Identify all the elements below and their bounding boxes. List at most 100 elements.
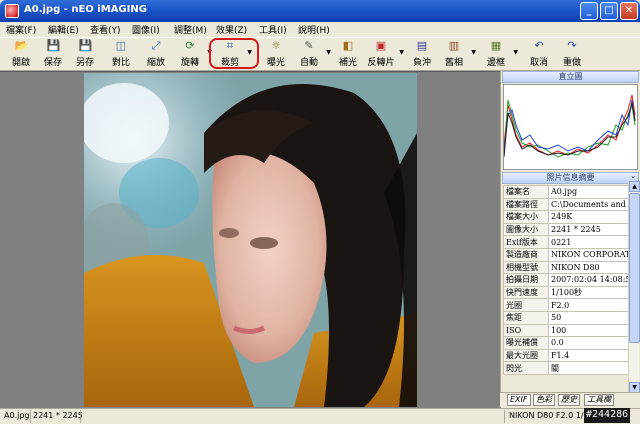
scroll-thumb[interactable] (629, 193, 640, 343)
rotate-icon: ⟳ (185, 39, 195, 52)
menu-tools[interactable]: 工具(I) (259, 23, 287, 36)
info-key: 檔案大小 (503, 210, 549, 224)
menu-help[interactable]: 說明(H) (298, 23, 330, 36)
info-key: 圖像大小 (503, 222, 549, 237)
info-row: ISO 100 (503, 323, 638, 338)
menu-adjust[interactable]: 調整(M) (174, 23, 207, 36)
old-photo-button[interactable]: ▥ 舊相 ▼ (440, 39, 476, 70)
info-key: 檔案路徑 (503, 197, 549, 212)
save-icon: 💾 (46, 39, 61, 52)
panel-tabs: EXIF 色彩 歷史 工具欄 (500, 392, 640, 407)
histogram (503, 84, 638, 170)
info-key: 焦距 (503, 310, 549, 325)
info-value: 50 (548, 310, 638, 325)
status-filename: A0.jpg (4, 411, 30, 420)
info-key: 曝光補償 (503, 336, 549, 350)
resize-button[interactable]: ⤢ 縮放 (141, 40, 171, 70)
rotate-button[interactable]: ⟳ 旋轉 ▼ (176, 39, 212, 70)
collapse-chevron-icon[interactable]: ⌄ (630, 172, 636, 180)
menu-edit[interactable]: 編輯(E) (48, 23, 79, 36)
info-key: 光圈 (503, 298, 549, 312)
info-value: 0.0 (548, 336, 638, 350)
status-camera-info: NIKON D80 F2.0 1/1 (509, 411, 589, 420)
info-row: 閃光關 (503, 361, 638, 375)
info-value: NIKON CORPORATI (548, 247, 638, 262)
info-value: 關 (548, 361, 638, 375)
auto-dropdown-icon[interactable]: ▼ (326, 49, 331, 56)
crop-highlight-annotation (209, 38, 259, 69)
scroll-up-icon[interactable]: ▲ (629, 181, 640, 192)
info-row: 檔案大小 249K (503, 210, 638, 224)
redo-icon: ↷ (567, 39, 577, 52)
compare-icon: ◫ (115, 39, 127, 52)
resize-icon: ⤢ (151, 39, 161, 52)
compare-button[interactable]: ◫ 對比 (106, 40, 136, 70)
save-as-icon: 💾 (78, 39, 93, 52)
minimize-button[interactable]: _ (580, 2, 598, 20)
info-row: 檔案路徑 C:\Documents and Set (503, 197, 638, 212)
info-value: 0221 (548, 235, 638, 249)
undo-icon: ↶ (534, 39, 544, 52)
info-value: C:\Documents and Set (548, 197, 638, 212)
undo-button[interactable]: ↶ 取消 (525, 40, 553, 70)
info-value: 1/100秒 (548, 285, 638, 300)
info-row: 最大光圈 F1.4 (503, 348, 638, 363)
info-value: F1.4 (548, 348, 638, 363)
redo-button[interactable]: ↷ 重做 (558, 40, 586, 70)
fill-light-icon: ◧ (342, 39, 354, 52)
tab-exif[interactable]: EXIF (507, 394, 531, 406)
info-summary-title: 照片信息摘要 (502, 172, 639, 184)
info-row: 曝光補償 0.0 (503, 336, 638, 350)
tab-toolbar[interactable]: 工具欄 (584, 394, 614, 406)
info-row: 相機型號 NIKON D80 (503, 260, 638, 275)
toolbar: 📂 開啟 💾 保存 💾 另存 ◫ 對比 ⤢ 縮放 ⟳ 旋轉 ▼ ⌗ 裁剪 ▼ ☼… (0, 37, 640, 71)
info-value: 249K (548, 210, 638, 224)
histogram-title: 直立圖 (502, 71, 639, 83)
maximize-button[interactable]: □ (600, 2, 618, 20)
info-value: 100 (548, 323, 638, 338)
watermark-id: #244286 (584, 408, 631, 423)
close-button[interactable]: ✕ (620, 2, 638, 20)
info-key: ISO (503, 323, 549, 338)
info-value: 2241 * 2245 (548, 222, 638, 237)
info-scrollbar[interactable]: ▲ ▼ (628, 181, 640, 393)
info-key: 製造廠商 (503, 247, 549, 262)
info-row: 焦距 50 (503, 310, 638, 325)
save-as-button[interactable]: 💾 另存 (70, 40, 100, 70)
info-value: F2.0 (548, 298, 638, 312)
info-key: 檔案名 (503, 185, 549, 199)
exposure-button[interactable]: ☼ 曝光 (262, 40, 290, 70)
photo-preview[interactable] (84, 73, 417, 407)
auto-button[interactable]: ✎ 自動 ▼ (295, 39, 331, 70)
info-key: 快門速度 (503, 285, 549, 300)
frame-button[interactable]: ▦ 邊框 ▼ (482, 40, 518, 70)
menu-image[interactable]: 圖像(I) (132, 23, 160, 36)
info-key: 拍攝日期 (503, 273, 549, 287)
info-key: 最大光圈 (503, 348, 549, 363)
tab-history[interactable]: 歷史 (558, 394, 580, 406)
frame-dropdown-icon[interactable]: ▼ (513, 49, 518, 56)
tab-color[interactable]: 色彩 (533, 394, 555, 406)
image-canvas[interactable] (0, 71, 500, 408)
open-folder-icon: 📂 (14, 39, 29, 52)
old-photo-dropdown-icon[interactable]: ▼ (471, 49, 476, 56)
menu-view[interactable]: 查看(Y) (90, 23, 121, 36)
menu-file[interactable]: 檔案(F) (6, 23, 36, 36)
slide-film-dropdown-icon[interactable]: ▼ (399, 49, 404, 56)
slide-film-button[interactable]: ▣ 反轉片 ▼ (366, 40, 404, 70)
save-button[interactable]: 💾 保存 (38, 40, 68, 70)
window-title: A0.jpg - nEO iMAGING (24, 4, 147, 15)
info-row: 光圈 F2.0 (503, 298, 638, 312)
fill-light-button[interactable]: ◧ 補光 (335, 40, 361, 70)
title-bar: A0.jpg - nEO iMAGING _ □ ✕ (0, 0, 640, 22)
open-button[interactable]: 📂 開啟 (6, 40, 36, 70)
exposure-icon: ☼ (271, 39, 281, 52)
info-row: 圖像大小 2241 * 2245 (503, 222, 638, 237)
cross-process-button[interactable]: ▤ 負沖 (408, 40, 436, 70)
info-row: Exif版本 0221 (503, 235, 638, 249)
old-photo-icon: ▥ (448, 39, 460, 52)
auto-icon: ✎ (304, 39, 314, 52)
info-key: Exif版本 (503, 235, 549, 249)
menu-effects[interactable]: 效果(Z) (216, 23, 247, 36)
info-key: 閃光 (503, 361, 549, 375)
